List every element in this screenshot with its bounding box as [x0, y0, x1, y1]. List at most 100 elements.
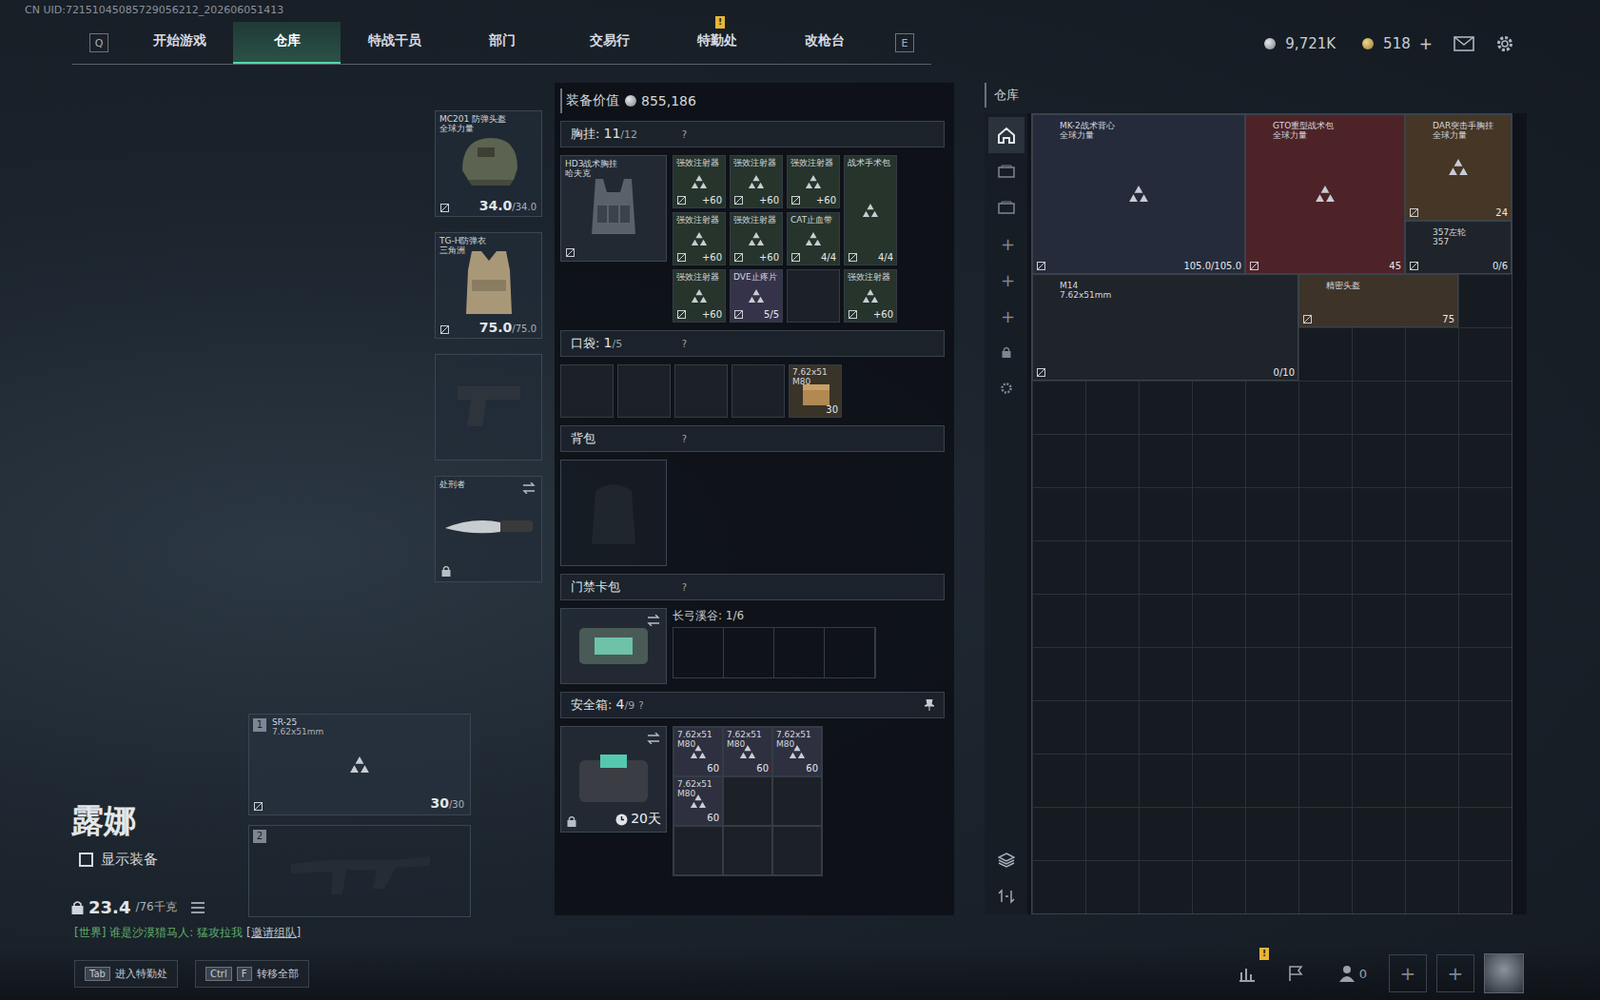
keycard-slot[interactable]: [774, 627, 825, 678]
backpack-icon: [584, 477, 644, 548]
safe-item[interactable]: 7.62x51 M80 60: [772, 726, 822, 777]
nav-key[interactable]: Q: [89, 33, 109, 53]
bound-icon: [1409, 208, 1419, 217]
add-storage-button[interactable]: +: [990, 261, 1027, 298]
pocket-slot[interactable]: [731, 364, 785, 418]
backpack-slot[interactable]: [560, 459, 667, 566]
gear-column: MC201 防弹头盔 全球力量 34.0/34.0 TG-H防弹衣 三角洲 75…: [434, 76, 543, 583]
nav-tab[interactable]: 特战干员: [340, 21, 449, 64]
gear-slot[interactable]: 处刑者: [434, 475, 543, 583]
avatar[interactable]: [1483, 953, 1524, 994]
chest-item[interactable]: CAT止血带 4/4: [786, 212, 840, 266]
swap-icon[interactable]: [646, 614, 661, 626]
safe-item[interactable]: 7.62x51 M80 60: [722, 726, 773, 777]
chest-item[interactable]: 强效注射器 +60: [843, 269, 898, 323]
pocket-slot[interactable]: [560, 364, 614, 418]
mail-icon[interactable]: [1453, 36, 1475, 52]
operator-area: MC201 防弹头盔 全球力量 34.0/34.0 TG-H防弹衣 三角洲 75…: [0, 76, 555, 947]
nav-tab[interactable]: 特勤处 !: [663, 21, 771, 64]
currency-bar: 9,721K 518+: [1258, 34, 1600, 54]
empty-slot[interactable]: [786, 269, 840, 323]
gear-slot[interactable]: TG-H防弹衣 三角洲 75.0/75.0: [434, 232, 543, 339]
pocket-item[interactable]: 7.62x51 M80 30: [788, 364, 842, 418]
placeholder-icon: [804, 175, 822, 189]
nav-tab[interactable]: 交易行: [555, 21, 664, 64]
placeholder-icon: [1128, 185, 1150, 203]
safe-box-slot[interactable]: 20天: [560, 725, 667, 833]
chest-item[interactable]: 强效注射器 +60: [729, 155, 783, 209]
nav-tab[interactable]: 开始游戏: [125, 21, 234, 64]
swap-icon[interactable]: [522, 482, 536, 494]
safe-slot[interactable]: [673, 825, 723, 876]
add-storage-button[interactable]: +: [990, 297, 1027, 334]
warehouse-tab[interactable]: [988, 153, 1025, 190]
keycard-slot[interactable]: [673, 627, 724, 678]
chest-item[interactable]: 强效注射器 +60: [672, 212, 726, 266]
pistol-icon: [453, 380, 525, 430]
add-teammate-button[interactable]: +: [1436, 954, 1475, 993]
warehouse-tab[interactable]: [988, 189, 1025, 226]
warehouse-item[interactable]: MK-2战术背心 全球力量 105.0/105.0: [1032, 114, 1246, 274]
nav-tab[interactable]: 改枪台: [770, 21, 879, 64]
chest-item[interactable]: 强效注射器 +60: [729, 212, 783, 266]
flag-button[interactable]: [1276, 955, 1317, 992]
gear-icon[interactable]: [1495, 34, 1515, 54]
layers-icon[interactable]: [997, 852, 1015, 868]
settings-icon[interactable]: [999, 381, 1014, 395]
nav-key[interactable]: E: [895, 33, 915, 53]
lock-icon[interactable]: [1001, 346, 1012, 358]
chest-rig-slot[interactable]: HD3战术胸挂 哈夫克: [560, 155, 667, 262]
hotkey-button[interactable]: Tab 进入特勤处: [74, 959, 178, 988]
stats-button[interactable]: !: [1227, 955, 1268, 992]
helmet-icon: [454, 132, 524, 192]
show-gear-checkbox[interactable]: 显示装备: [78, 850, 249, 869]
swap-icon[interactable]: [646, 732, 661, 744]
invite-link[interactable]: [邀请组队]: [246, 925, 301, 939]
keycard-slot[interactable]: [824, 627, 876, 678]
safe-slot[interactable]: [722, 776, 773, 826]
bound-icon: [791, 253, 800, 262]
clock-icon: [615, 813, 628, 826]
gear-slot[interactable]: MC201 防弹头盔 全球力量 34.0/34.0: [434, 110, 543, 217]
safe-item[interactable]: 7.62x51 M80 60: [673, 726, 723, 777]
safe-slot[interactable]: [772, 776, 822, 826]
warehouse-title: 仓库: [984, 82, 1527, 108]
warehouse-item[interactable]: 357左轮 357 0/6: [1404, 220, 1512, 274]
pin-icon[interactable]: [924, 699, 935, 711]
nav-tab[interactable]: 仓库: [233, 21, 341, 64]
pocket-slot[interactable]: [674, 364, 728, 418]
add-storage-button[interactable]: +: [990, 225, 1027, 262]
chest-item[interactable]: 强效注射器 +60: [672, 155, 726, 209]
keycard-case-slot[interactable]: [560, 607, 667, 684]
weapon-slot[interactable]: 2: [248, 824, 471, 918]
warehouse-screen: CN UID:72151045085729056212_202606051413…: [0, 0, 1600, 1000]
add-teammate-button[interactable]: +: [1388, 954, 1427, 993]
safe-slot[interactable]: [722, 825, 773, 876]
warehouse-tab[interactable]: [988, 117, 1025, 154]
sort-icon[interactable]: [997, 888, 1015, 904]
chest-item[interactable]: DVE止疼片 5/5: [729, 269, 783, 323]
warehouse-item[interactable]: GTO重型战术包 全球力量 45: [1245, 114, 1405, 274]
gear-slot[interactable]: [434, 353, 543, 461]
chest-item[interactable]: 战术手术包 4/4: [843, 155, 898, 266]
add-tokens-button[interactable]: +: [1419, 34, 1433, 54]
safe-slot[interactable]: [772, 825, 822, 876]
warehouse-item[interactable]: DAR突击手胸挂 全球力量 24: [1404, 114, 1512, 221]
nav-tab[interactable]: 部门: [448, 21, 556, 64]
chest-item[interactable]: 强效注射器 +60: [672, 269, 726, 323]
weapon-slot[interactable]: 1 SR-257.62x51mm 30/30: [248, 713, 471, 816]
friends-button[interactable]: 0: [1326, 955, 1380, 992]
chest-item[interactable]: 强效注射器 +60: [786, 155, 840, 209]
list-icon[interactable]: [191, 901, 205, 914]
bound-icon: [440, 325, 449, 334]
warehouse-item[interactable]: 精密头盔 75: [1298, 273, 1459, 328]
bound-icon: [677, 195, 686, 205]
bound-icon: [734, 253, 743, 262]
keycard-slot[interactable]: [723, 627, 775, 678]
warehouse-item[interactable]: M14 7.62x51mm 0/10: [1032, 273, 1299, 381]
bound-icon: [677, 253, 686, 262]
safe-item[interactable]: 7.62x51 M80 60: [673, 776, 723, 826]
hotkey-button[interactable]: CtrlF 转移全部: [195, 959, 310, 988]
bound-icon: [440, 203, 449, 213]
pocket-slot[interactable]: [617, 364, 671, 418]
